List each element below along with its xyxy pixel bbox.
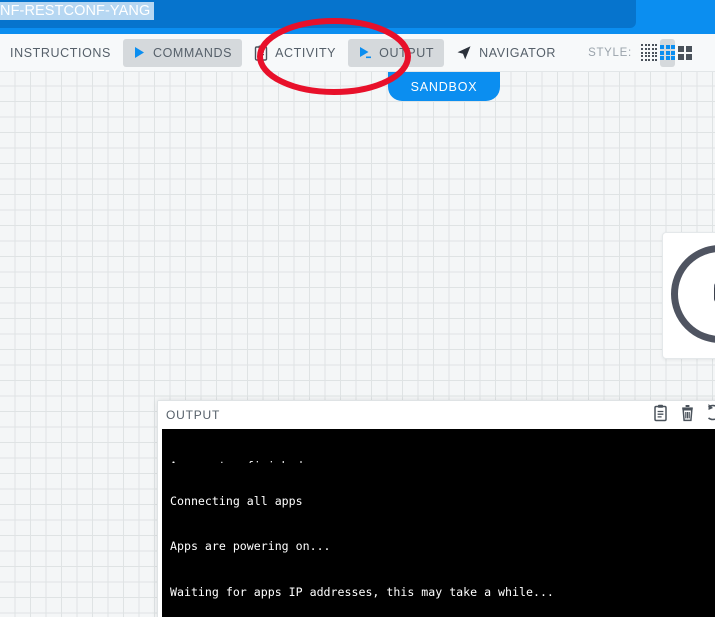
toolbar-item-commands[interactable]: COMMANDS bbox=[122, 38, 243, 67]
navigation-arrow-icon bbox=[456, 45, 472, 61]
clipboard-icon bbox=[254, 45, 268, 61]
clear-output-icon[interactable] bbox=[680, 404, 695, 422]
toolbar-item-activity[interactable]: ACTIVITY bbox=[244, 39, 346, 67]
sandbox-tab[interactable]: SANDBOX bbox=[388, 72, 500, 101]
refresh-icon[interactable] bbox=[707, 404, 715, 422]
style-option-coarse-grid[interactable] bbox=[678, 39, 693, 67]
block-grid-icon bbox=[660, 45, 676, 60]
style-option-block-grid[interactable] bbox=[660, 38, 676, 67]
toolbar-item-commands-label: COMMANDS bbox=[152, 45, 233, 60]
sandbox-tab-label: SANDBOX bbox=[410, 79, 478, 94]
console-line: Apps are powering on... bbox=[170, 539, 331, 554]
router-device-icon bbox=[714, 283, 715, 302]
application-window: NF-RESTCONF-YANG INSTRUCTIONS COMMANDS A… bbox=[0, 0, 715, 617]
fine-dot-grid-icon bbox=[640, 44, 658, 61]
network-device-node[interactable] bbox=[662, 232, 715, 359]
console-line: Apps setup finished bbox=[170, 459, 715, 463]
output-panel-actions bbox=[653, 404, 715, 422]
toolbar-item-activity-label: ACTIVITY bbox=[275, 45, 337, 60]
output-panel-header: OUTPUT bbox=[158, 401, 715, 428]
coarse-grid-icon bbox=[678, 45, 693, 60]
toolbar-item-navigator[interactable]: NAVIGATOR bbox=[446, 39, 566, 67]
console-line: Connecting all apps bbox=[170, 493, 303, 508]
output-panel: OUTPUT Connecting all apps Apps are powe… bbox=[157, 400, 715, 617]
copy-to-clipboard-icon[interactable] bbox=[653, 404, 668, 422]
title-bar: NF-RESTCONF-YANG bbox=[0, 0, 715, 34]
style-group-label: STYLE: bbox=[588, 46, 632, 59]
style-option-fine-dot-grid[interactable] bbox=[640, 39, 658, 67]
toolbar-item-output[interactable]: OUTPUT bbox=[348, 38, 445, 67]
toolbar-item-output-label: OUTPUT bbox=[379, 45, 435, 60]
main-toolbar: INSTRUCTIONS COMMANDS ACTIVITY OUTPUT NA… bbox=[0, 34, 715, 72]
terminal-play-icon bbox=[358, 46, 372, 60]
toolbar-item-instructions-label: INSTRUCTIONS bbox=[10, 45, 111, 60]
console-line: Waiting for apps IP addresses, this may … bbox=[170, 585, 554, 600]
output-panel-title: OUTPUT bbox=[166, 407, 221, 422]
toolbar-item-instructions[interactable]: INSTRUCTIONS bbox=[0, 39, 121, 67]
output-console[interactable]: Apps setup finished Connecting all apps … bbox=[162, 429, 715, 617]
play-icon bbox=[133, 46, 146, 59]
toolbar-item-navigator-label: NAVIGATOR bbox=[479, 45, 557, 60]
window-title: NF-RESTCONF-YANG bbox=[0, 2, 155, 20]
